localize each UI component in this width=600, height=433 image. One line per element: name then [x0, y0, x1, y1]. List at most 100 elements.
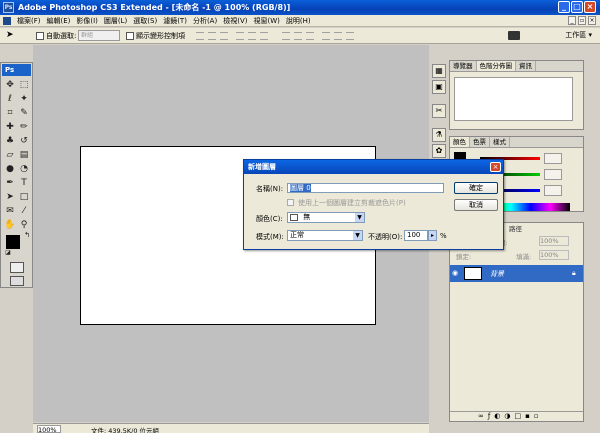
shape-tool-icon[interactable]: □ [18, 191, 30, 203]
default-colors-icon[interactable]: ◪ [2, 247, 14, 259]
align-bottom-icon[interactable] [220, 32, 228, 40]
pen-tool-icon[interactable]: ✒ [4, 177, 16, 189]
history-icon[interactable]: ▣ [432, 80, 446, 94]
path-select-tool-icon[interactable]: ➤ [4, 191, 16, 203]
menu-window[interactable]: 視窗(W) [250, 16, 282, 26]
type-tool-icon[interactable]: T [18, 177, 30, 189]
dodge-tool-icon[interactable]: ◔ [18, 163, 30, 175]
dialog-close-button[interactable]: × [490, 162, 501, 172]
gradient-tool-icon[interactable]: ▤ [18, 149, 30, 161]
tab-navigator[interactable]: 導覽器 [450, 61, 477, 71]
layer-comps-icon[interactable]: ▦ [432, 64, 446, 78]
clipping-mask-checkbox[interactable] [287, 199, 294, 206]
auto-select-dropdown[interactable]: 群組 [78, 30, 120, 41]
menu-edit[interactable]: 編輯(E) [44, 16, 74, 26]
color-swatch-none [290, 213, 298, 221]
doc-close-button[interactable]: × [588, 16, 596, 25]
tab-styles[interactable]: 樣式 [490, 137, 510, 147]
minimize-button[interactable]: _ [558, 1, 570, 13]
history-brush-tool-icon[interactable]: ↺ [18, 135, 30, 147]
doc-restore-button[interactable]: ▫ [578, 16, 586, 25]
options-bar: ➤ 自動選取: 群組 顯示變形控制項 工作區 ▾ [0, 28, 600, 44]
name-field[interactable]: 圖層 0 [287, 183, 444, 193]
color-dropdown[interactable]: 無 ▼ [287, 212, 365, 223]
ok-button[interactable]: 確定 [454, 182, 498, 194]
fill-label: 填滿: [516, 253, 532, 261]
tab-paths[interactable]: 路徑 [509, 223, 522, 233]
navigator-panel: 導覽器 色階分佈圖 資訊 [449, 60, 584, 130]
blue-value-field[interactable] [544, 185, 562, 196]
cancel-button[interactable]: 取消 [454, 199, 498, 211]
crop-tool-icon[interactable]: ⌗ [4, 107, 16, 119]
move-tool-icon[interactable]: ➤ [6, 30, 14, 40]
menu-image[interactable]: 影像(I) [73, 16, 101, 26]
swap-colors-icon[interactable]: ↰ [21, 229, 33, 241]
name-label: 名稱(N): [256, 185, 284, 193]
slice-tool-icon[interactable]: ✎ [18, 107, 30, 119]
align-middle-icon[interactable] [208, 32, 216, 40]
window-title: Adobe Photoshop CS3 Extended - [未命名 -1 @… [18, 3, 291, 12]
layers-footer-icons[interactable]: ∞ƒ◐◑□▪▫ [450, 411, 583, 422]
lasso-tool-icon[interactable]: ℓ [4, 93, 16, 105]
mode-label: 模式(M): [256, 233, 284, 241]
menu-analysis[interactable]: 分析(A) [190, 16, 220, 26]
auto-select-checkbox[interactable] [36, 32, 44, 40]
status-bar: 100% 文件: 439.5K/0 位元組 [33, 423, 429, 433]
close-button[interactable]: × [584, 1, 596, 13]
tool-presets-icon[interactable]: ✂ [432, 104, 446, 118]
document-info[interactable]: 文件: 439.5K/0 位元組 [91, 425, 159, 433]
distribute-left-icon[interactable] [322, 32, 330, 40]
tab-color[interactable]: 顏色 [450, 137, 470, 147]
green-value-field[interactable] [544, 169, 562, 180]
show-transform-label: 顯示變形控制項 [136, 32, 185, 40]
brushes-icon[interactable]: ✿ [432, 144, 446, 158]
distribute-bottom-icon[interactable] [306, 32, 314, 40]
tab-histogram[interactable]: 色階分佈圖 [476, 61, 516, 71]
layer-opacity-field[interactable]: 100% [539, 236, 569, 246]
distribute-center-icon[interactable] [334, 32, 342, 40]
zoom-field[interactable]: 100% [37, 425, 61, 433]
maximize-button[interactable]: □ [571, 1, 583, 13]
quick-mask-icon[interactable] [10, 262, 24, 273]
menu-help[interactable]: 說明(H) [283, 16, 314, 26]
menu-select[interactable]: 選取(S) [130, 16, 160, 26]
distribute-middle-icon[interactable] [294, 32, 302, 40]
align-top-icon[interactable] [196, 32, 204, 40]
opacity-slider-arrow-icon[interactable]: ▸ [428, 230, 437, 241]
blur-tool-icon[interactable]: ● [4, 163, 16, 175]
menu-layer[interactable]: 圖層(L) [101, 16, 130, 26]
workspace-button[interactable]: 工作區 ▾ [565, 30, 592, 41]
menu-filter[interactable]: 濾鏡(T) [160, 16, 190, 26]
fill-field[interactable]: 100% [539, 250, 569, 260]
clone-stamp-tool-icon[interactable]: ♣ [4, 135, 16, 147]
dialog-title: 新增圖層 [244, 160, 503, 174]
layer-row-background[interactable]: ◉ 背景 🔒︎ [450, 265, 583, 282]
doc-minimize-button[interactable]: _ [568, 16, 576, 25]
eraser-tool-icon[interactable]: ▱ [4, 149, 16, 161]
align-center-icon[interactable] [248, 32, 256, 40]
bridge-icon[interactable] [508, 31, 520, 40]
eyedropper-tool-icon[interactable]: ⁄ [18, 205, 30, 217]
hand-tool-icon[interactable]: ✋ [4, 219, 16, 231]
layer-visibility-eye-icon[interactable]: ◉ [452, 269, 460, 277]
magic-wand-tool-icon[interactable]: ✦ [18, 93, 30, 105]
menu-view[interactable]: 檢視(V) [220, 16, 250, 26]
brush-tool-icon[interactable]: ✏ [18, 121, 30, 133]
align-left-icon[interactable] [236, 32, 244, 40]
tab-swatches[interactable]: 色票 [470, 137, 490, 147]
align-right-icon[interactable] [260, 32, 268, 40]
screen-mode-icon[interactable] [10, 276, 24, 286]
healing-brush-tool-icon[interactable]: ✚ [4, 121, 16, 133]
mode-dropdown[interactable]: 正常 ▼ [287, 230, 363, 241]
actions-icon[interactable]: ⚗ [432, 128, 446, 142]
notes-tool-icon[interactable]: ✉ [4, 205, 16, 217]
tab-info[interactable]: 資訊 [516, 61, 536, 71]
menu-file[interactable]: 檔案(F) [14, 16, 44, 26]
distribute-top-icon[interactable] [282, 32, 290, 40]
marquee-tool-icon[interactable]: ⬚ [18, 79, 30, 91]
move-tool-icon[interactable]: ✥ [4, 79, 16, 91]
show-transform-checkbox[interactable] [126, 32, 134, 40]
red-value-field[interactable] [544, 153, 562, 164]
distribute-right-icon[interactable] [346, 32, 354, 40]
opacity-field[interactable]: 100 [404, 230, 428, 241]
